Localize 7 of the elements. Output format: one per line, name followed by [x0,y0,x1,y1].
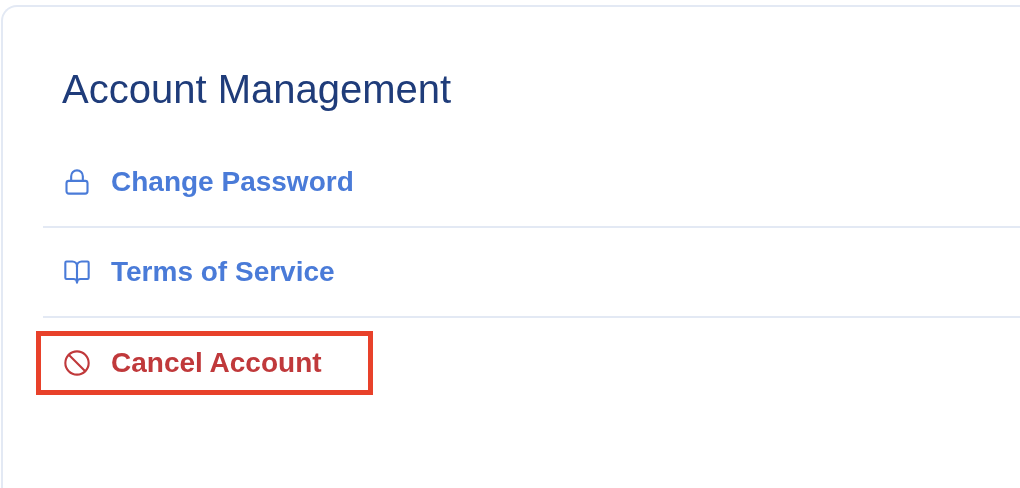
book-icon [63,258,91,286]
menu-link[interactable]: Terms of Service [36,240,386,304]
menu-link[interactable]: Change Password [36,150,405,214]
section-title: Account Management [62,66,452,113]
menu-link[interactable]: Cancel Account [36,331,373,395]
lock-icon [63,168,91,196]
prohibited-icon [63,349,91,377]
